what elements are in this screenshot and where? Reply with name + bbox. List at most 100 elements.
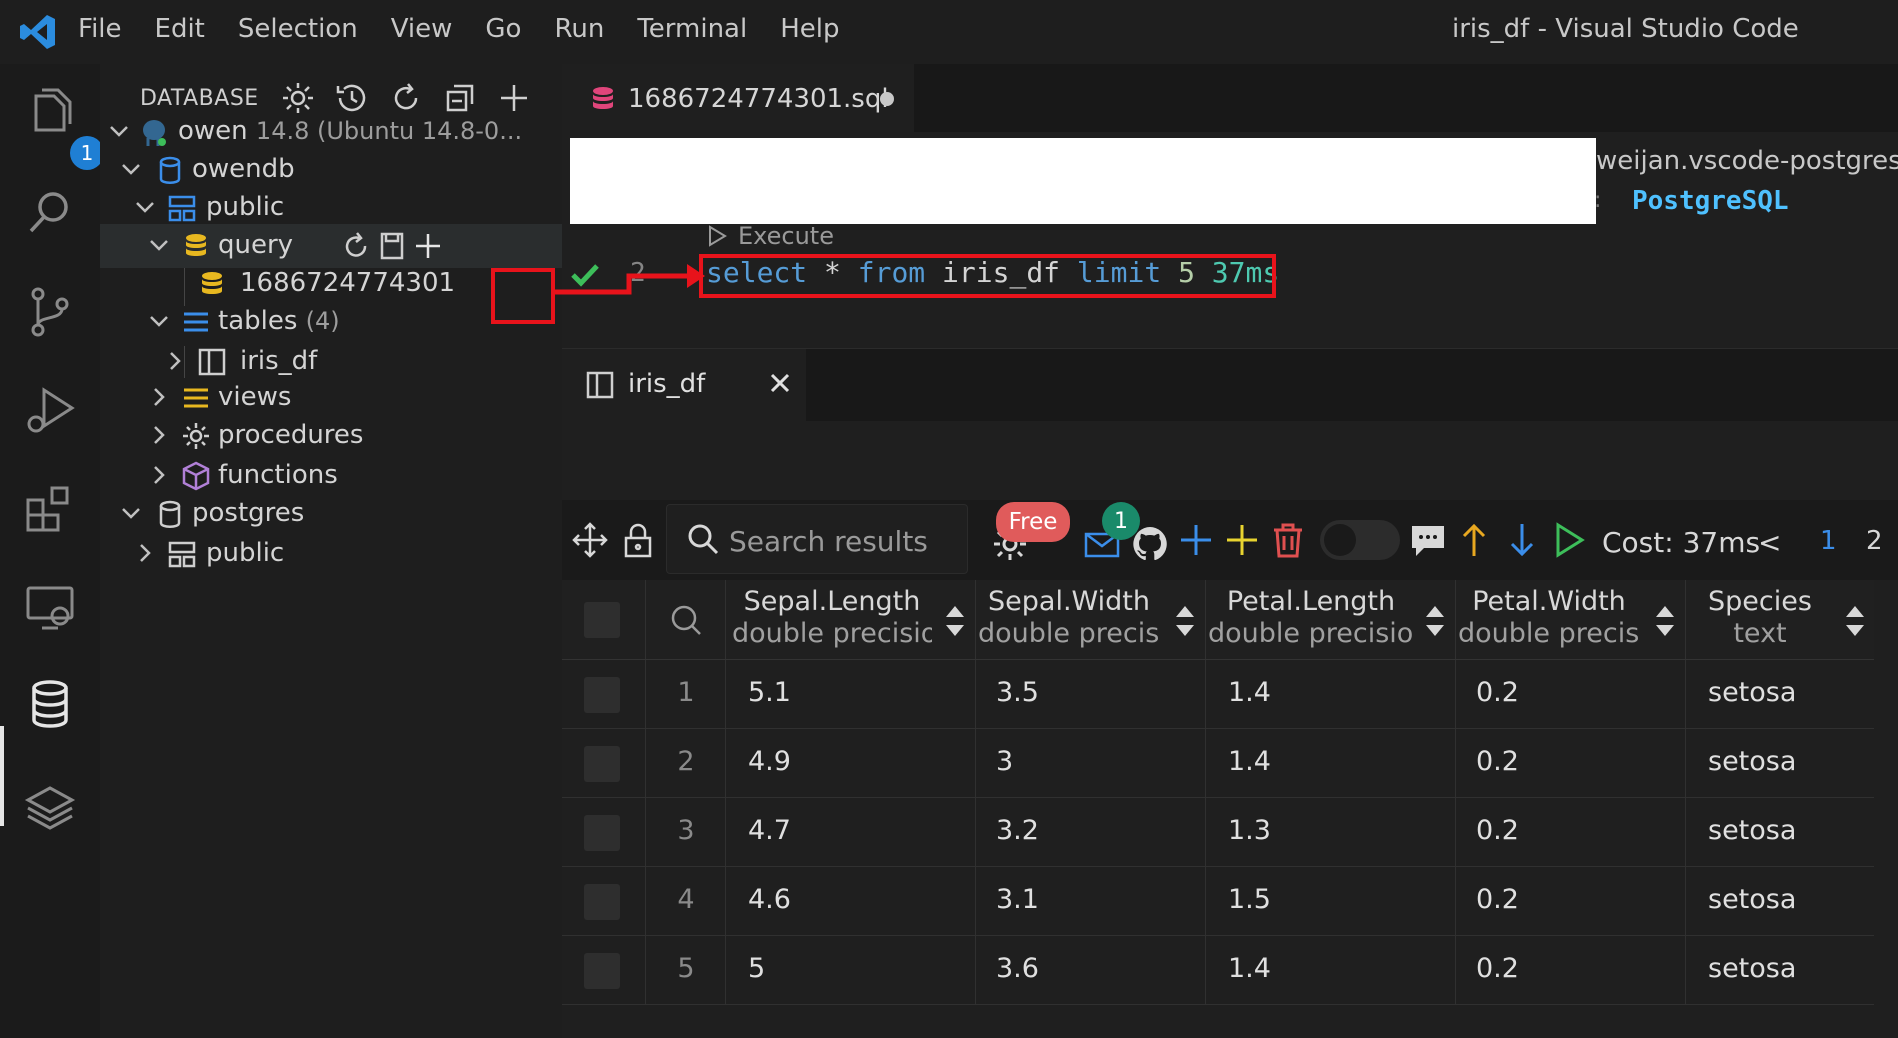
- cell-value[interactable]: 3: [996, 746, 1013, 777]
- run-debug-icon[interactable]: [22, 382, 78, 438]
- table-icon: [198, 348, 226, 376]
- menu-selection[interactable]: Selection: [238, 14, 358, 44]
- views-icon: [184, 388, 208, 408]
- column-type: double precision: [1458, 618, 1640, 649]
- page-1-link[interactable]: 1: [1820, 526, 1837, 556]
- tab-iris-df[interactable]: iris_df: [562, 349, 806, 421]
- menu-help[interactable]: Help: [780, 14, 839, 44]
- schema2-label: public: [206, 538, 285, 568]
- cell-value[interactable]: 0.2: [1476, 884, 1519, 915]
- cell-value[interactable]: setosa: [1708, 746, 1796, 777]
- delete-icon[interactable]: [1268, 520, 1308, 560]
- menu-edit[interactable]: Edit: [155, 14, 205, 44]
- row-checkbox[interactable]: [584, 677, 620, 713]
- table-row[interactable]: 2 4.9 3 1.4 0.2 setosa: [562, 729, 1874, 798]
- cell-value[interactable]: 0.2: [1476, 815, 1519, 846]
- menu-run[interactable]: Run: [554, 14, 604, 44]
- menu-go[interactable]: Go: [485, 14, 521, 44]
- table-row[interactable]: 5 5 3.6 1.4 0.2 setosa: [562, 936, 1874, 1005]
- tree-schema-public-2[interactable]: public: [100, 532, 562, 576]
- row-checkbox[interactable]: [584, 746, 620, 782]
- cell-value[interactable]: 1.5: [1228, 884, 1271, 915]
- column-header-petal-length[interactable]: Petal.Length double precision: [1206, 580, 1456, 659]
- cell-value[interactable]: 4.9: [748, 746, 791, 777]
- explorer-icon[interactable]: 1: [22, 86, 104, 170]
- layers-icon[interactable]: [22, 780, 78, 836]
- tab-label: 1686724774301.sql: [628, 84, 889, 114]
- move-icon[interactable]: [570, 520, 610, 560]
- cell-value[interactable]: setosa: [1708, 884, 1796, 915]
- cell-value[interactable]: setosa: [1708, 815, 1796, 846]
- vscode-logo-icon: [20, 15, 55, 49]
- chevron-down-icon: [110, 126, 128, 137]
- prev-page-button[interactable]: <: [1758, 526, 1781, 559]
- chevron-down-icon: [150, 240, 168, 251]
- cell-value[interactable]: 3.1: [996, 884, 1039, 915]
- table-row[interactable]: 3 4.7 3.2 1.3 0.2 setosa: [562, 798, 1874, 867]
- sort-icon[interactable]: [1174, 604, 1196, 638]
- row-checkbox[interactable]: [584, 953, 620, 989]
- extension-language: PostgreSQL: [1632, 186, 1789, 216]
- unsaved-dot-icon[interactable]: [880, 92, 894, 106]
- menu-file[interactable]: File: [78, 14, 122, 44]
- column-header-sepal-length[interactable]: Sepal.Lengthdouble precision: [726, 580, 976, 659]
- cell-value[interactable]: 3.5: [996, 677, 1039, 708]
- cell-value[interactable]: 5.1: [748, 677, 791, 708]
- cell-value[interactable]: 1.4: [1228, 953, 1271, 984]
- page-2-link[interactable]: 2: [1866, 526, 1883, 556]
- menu-terminal[interactable]: Terminal: [637, 14, 747, 44]
- column-header-species[interactable]: Species text: [1686, 580, 1874, 659]
- table-row[interactable]: 1 5.1 3.5 1.4 0.2 setosa: [562, 660, 1874, 729]
- cell-value[interactable]: 1.4: [1228, 746, 1271, 777]
- cell-value[interactable]: 0.2: [1476, 953, 1519, 984]
- toggle-switch[interactable]: [1320, 520, 1400, 560]
- cell-value[interactable]: 1.4: [1228, 677, 1271, 708]
- run-icon[interactable]: [1548, 520, 1588, 560]
- cell-value[interactable]: 4.7: [748, 815, 791, 846]
- refresh-icon[interactable]: [340, 230, 372, 262]
- menu-view[interactable]: View: [391, 14, 453, 44]
- chevron-down-icon: [122, 164, 140, 175]
- cell-value[interactable]: 1.3: [1228, 815, 1271, 846]
- source-control-icon[interactable]: [22, 284, 78, 340]
- cell-value[interactable]: 5: [748, 953, 765, 984]
- tree-database-postgres[interactable]: postgres: [100, 492, 562, 536]
- search-results-input[interactable]: Search results: [666, 504, 968, 574]
- arrow-down-icon[interactable]: [1502, 520, 1542, 560]
- add-row-icon[interactable]: [1176, 520, 1216, 560]
- comment-icon[interactable]: [1408, 520, 1448, 560]
- cell-value[interactable]: setosa: [1708, 677, 1796, 708]
- add-column-icon[interactable]: [1222, 520, 1262, 560]
- column-header-sepal-width[interactable]: Sepal.Widthdouble precision: [976, 580, 1206, 659]
- sort-icon[interactable]: [944, 604, 966, 638]
- save-file-icon[interactable]: [376, 230, 408, 262]
- sort-icon[interactable]: [1844, 604, 1866, 638]
- cell-value[interactable]: 0.2: [1476, 677, 1519, 708]
- database-icon[interactable]: [22, 676, 78, 732]
- tree-procedures[interactable]: procedures: [100, 414, 562, 458]
- tab-sql-file[interactable]: 1686724774301.sql: [562, 64, 914, 132]
- cell-value[interactable]: 4.6: [748, 884, 791, 915]
- arrow-up-icon[interactable]: [1454, 520, 1494, 560]
- database-icon: [159, 156, 181, 184]
- cell-value[interactable]: 3.2: [996, 815, 1039, 846]
- execute-codelens[interactable]: Execute: [706, 222, 834, 250]
- hover-separator: :: [1594, 188, 1602, 213]
- column-header-petal-width[interactable]: Petal.Widthdouble precision: [1456, 580, 1686, 659]
- cell-value[interactable]: setosa: [1708, 953, 1796, 984]
- extensions-icon[interactable]: [22, 482, 78, 538]
- remote-explorer-icon[interactable]: [22, 580, 78, 636]
- select-all-checkbox[interactable]: [584, 602, 620, 638]
- table-row[interactable]: 4 4.6 3.1 1.5 0.2 setosa: [562, 867, 1874, 936]
- search-icon[interactable]: [22, 184, 78, 240]
- close-icon[interactable]: [766, 369, 794, 397]
- sort-icon[interactable]: [1424, 604, 1446, 638]
- add-query-icon[interactable]: [412, 230, 444, 262]
- sort-icon[interactable]: [1654, 604, 1676, 638]
- cell-value[interactable]: 0.2: [1476, 746, 1519, 777]
- row-checkbox[interactable]: [584, 815, 620, 851]
- filter-search-icon[interactable]: [668, 602, 704, 638]
- cell-value[interactable]: 3.6: [996, 953, 1039, 984]
- row-checkbox[interactable]: [584, 884, 620, 920]
- lock-icon[interactable]: [618, 520, 658, 560]
